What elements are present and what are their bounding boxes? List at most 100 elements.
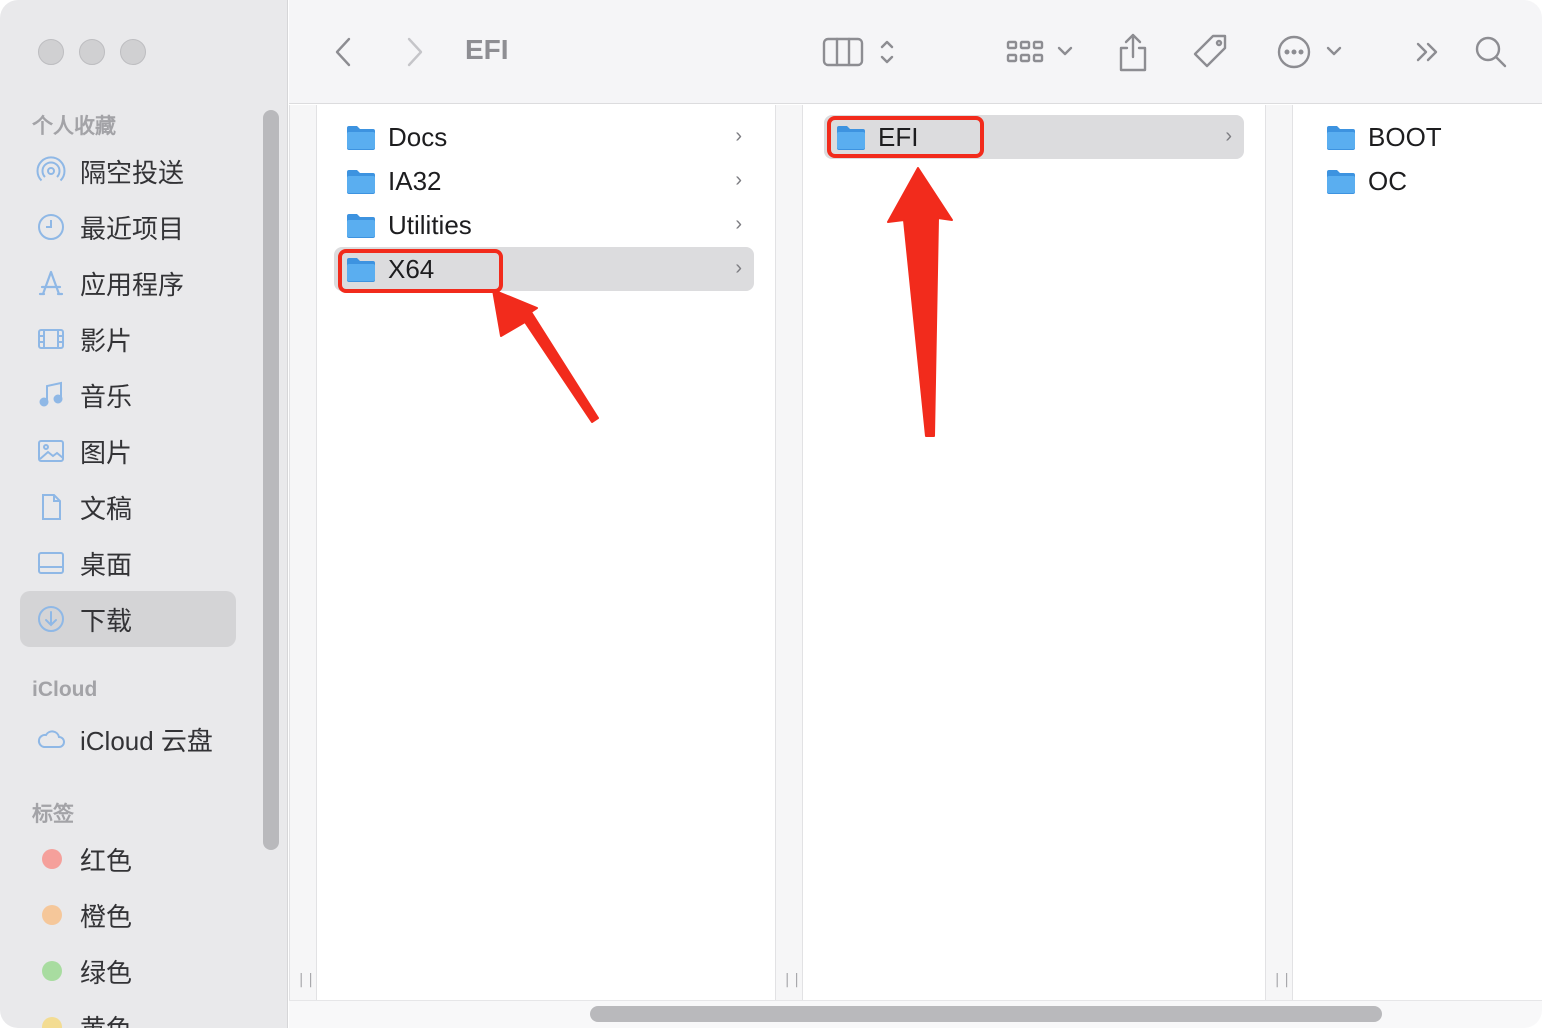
film-icon	[36, 324, 66, 354]
tag-dot-icon	[42, 905, 62, 925]
sidebar-item-icloud-drive[interactable]: iCloud 云盘	[20, 711, 236, 767]
folder-icon	[347, 170, 375, 194]
document-icon	[36, 492, 66, 522]
chevron-down-icon	[1057, 46, 1073, 56]
sidebar-item-label: 隔空投送	[80, 157, 185, 188]
tag-dot-icon	[42, 1017, 62, 1028]
item-label: BOOT	[1368, 121, 1442, 152]
item-label: IA32	[388, 165, 442, 196]
group-icon	[1006, 40, 1044, 63]
sidebar-item-label: 影片	[80, 325, 133, 356]
folder-icon	[347, 214, 375, 238]
tag-icon	[1193, 34, 1227, 68]
sidebar-scrollbar[interactable]	[263, 110, 279, 850]
sidebar-item-label: 音乐	[80, 381, 133, 412]
tag-dot-icon	[42, 961, 62, 981]
column-browser: || Docs › IA32 › Utilities › X64 › || EF…	[289, 105, 1542, 1000]
sidebar-section-tags: 标签	[32, 803, 74, 826]
chevron-right-icon: ›	[735, 213, 742, 235]
sidebar-item-label: 绿色	[80, 957, 133, 988]
list-item[interactable]: Utilities ›	[334, 203, 754, 247]
sidebar-item-label: 桌面	[80, 549, 133, 580]
sidebar-tag-red[interactable]: 红色	[20, 831, 236, 887]
chevron-down-icon	[1326, 46, 1342, 56]
download-icon	[36, 604, 66, 634]
item-label: OC	[1368, 165, 1407, 196]
share-icon	[1119, 33, 1147, 72]
list-item[interactable]: OC	[1314, 159, 1542, 203]
view-mode-button[interactable]	[819, 28, 899, 76]
airdrop-icon	[36, 156, 66, 186]
chevron-right-icon: ›	[1225, 125, 1232, 147]
search-icon	[1475, 36, 1507, 68]
column-resize-handle[interactable]: ||	[1265, 105, 1293, 1000]
window-controls	[38, 39, 146, 65]
item-label: Docs	[388, 121, 448, 152]
close-window-button[interactable]	[38, 39, 64, 65]
sidebar-item-airdrop[interactable]: 隔空投送	[20, 143, 236, 199]
overflow-button[interactable]	[1411, 28, 1445, 76]
sidebar-tag-green[interactable]: 绿色	[20, 943, 236, 999]
sidebar-item-label: 黄色	[80, 1009, 132, 1028]
sidebar-item-label: 橙色	[80, 901, 133, 932]
folder-icon	[1327, 170, 1355, 194]
forward-icon	[407, 37, 423, 67]
folder-icon	[347, 126, 375, 150]
clock-icon	[36, 212, 66, 242]
list-item[interactable]: IA32 ›	[334, 159, 754, 203]
zoom-window-button[interactable]	[120, 39, 146, 65]
list-item[interactable]: BOOT	[1314, 115, 1542, 159]
minimize-window-button[interactable]	[79, 39, 105, 65]
sidebar-item-label: 红色	[80, 845, 133, 876]
desktop-icon	[36, 548, 66, 578]
tag-dot-icon	[42, 849, 62, 869]
back-button[interactable]	[325, 28, 361, 76]
share-button[interactable]	[1113, 28, 1153, 76]
sidebar: 个人收藏 隔空投送 最近项目 应用程序 影片 音乐 图片 文稿 桌面 下载 iC…	[0, 0, 288, 1028]
window-title: EFI	[465, 34, 509, 65]
sidebar-item-music[interactable]: 音乐	[20, 367, 236, 423]
sidebar-item-downloads[interactable]: 下载	[20, 591, 236, 647]
cloud-icon	[36, 724, 66, 754]
tag-button[interactable]	[1189, 28, 1233, 76]
column-resize-handle[interactable]: ||	[775, 105, 803, 1000]
forward-button[interactable]	[397, 28, 433, 76]
sidebar-item-pictures[interactable]: 图片	[20, 423, 236, 479]
finder-window: 个人收藏 隔空投送 最近项目 应用程序 影片 音乐 图片 文稿 桌面 下载 iC…	[0, 0, 1542, 1028]
highlight-box-x64	[338, 249, 503, 293]
sidebar-tag-orange[interactable]: 橙色	[20, 887, 236, 943]
more-icon	[1277, 35, 1311, 69]
chevron-right-icon: ›	[735, 125, 742, 147]
sidebar-item-label: iCloud 云盘	[80, 725, 213, 756]
sidebar-item-label: 下载	[80, 605, 133, 636]
sidebar-section-favorites: 个人收藏	[32, 115, 116, 138]
photo-icon	[36, 436, 66, 466]
overflow-icon	[1416, 42, 1438, 62]
column-resize-handle[interactable]: ||	[289, 105, 317, 1000]
chevron-right-icon: ›	[735, 169, 742, 191]
sidebar-item-label: 应用程序	[80, 269, 185, 300]
sidebar-item-applications[interactable]: 应用程序	[20, 255, 236, 311]
sidebar-item-label: 文稿	[80, 493, 133, 524]
sidebar-section-icloud: iCloud	[32, 678, 98, 701]
horizontal-scrollbar[interactable]	[590, 1006, 1382, 1022]
sidebar-item-movies[interactable]: 影片	[20, 311, 236, 367]
sidebar-item-desktop[interactable]: 桌面	[20, 535, 236, 591]
list-item[interactable]: Docs ›	[334, 115, 754, 159]
toolbar: EFI	[289, 0, 1542, 104]
search-button[interactable]	[1471, 28, 1511, 76]
music-icon	[36, 380, 66, 410]
folder-icon	[1327, 126, 1355, 150]
group-button[interactable]	[1003, 28, 1077, 76]
sidebar-tag-yellow[interactable]: 黄色	[20, 999, 236, 1028]
sidebar-item-documents[interactable]: 文稿	[20, 479, 236, 535]
item-label: Utilities	[388, 209, 472, 240]
column-view-icon	[822, 37, 864, 67]
chevron-right-icon: ›	[735, 257, 742, 279]
back-icon	[335, 37, 351, 67]
applications-icon	[36, 268, 66, 298]
sidebar-item-recents[interactable]: 最近项目	[20, 199, 236, 255]
more-button[interactable]	[1273, 28, 1347, 76]
chevron-updown-icon	[880, 40, 894, 64]
sidebar-item-label: 最近项目	[80, 213, 185, 244]
